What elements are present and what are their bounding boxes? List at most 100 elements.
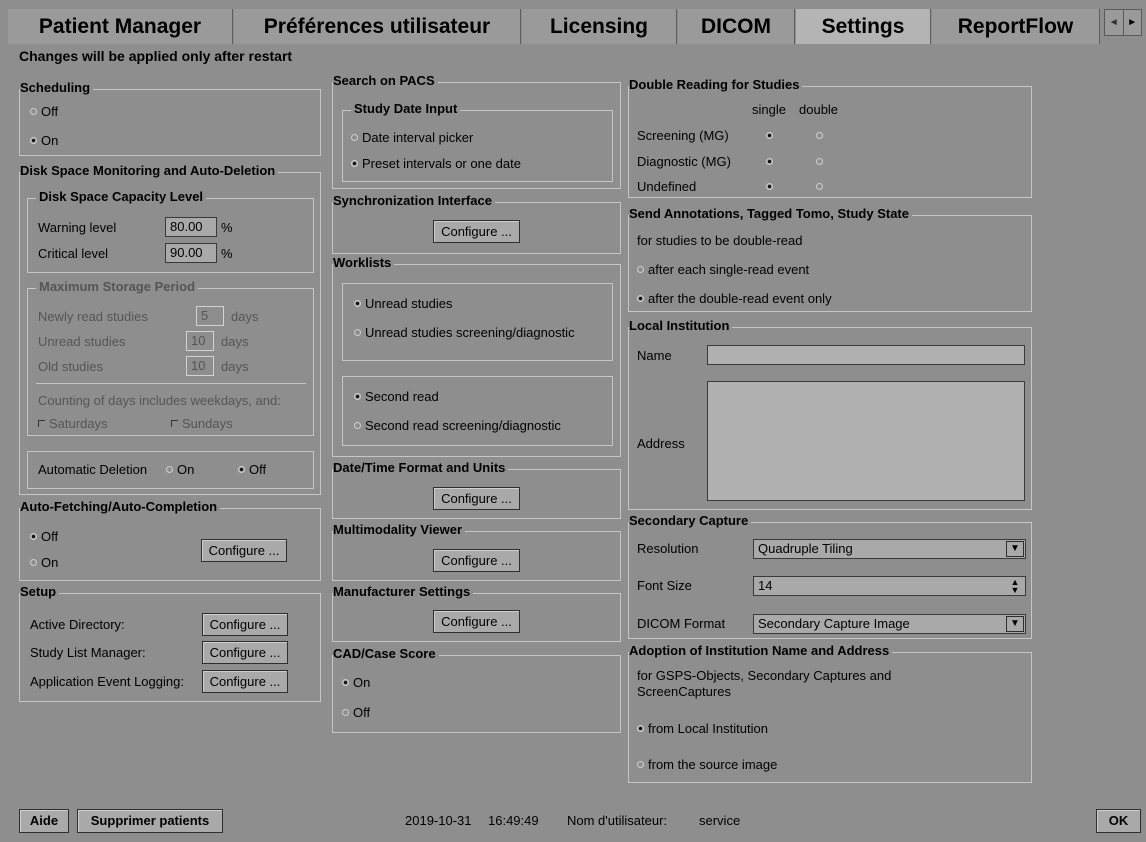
active-directory-label: Active Directory: xyxy=(30,617,125,632)
undefined-single-radio[interactable] xyxy=(766,178,777,196)
adoption-desc: for GSPS-Objects, Secondary Captures and… xyxy=(637,668,892,699)
storage-period-group: Maximum Storage Period Newly read studie… xyxy=(27,278,314,436)
auto-fetching-group: Auto-Fetching/Auto-Completion Off On Con… xyxy=(19,498,321,581)
tab-settings[interactable]: Settings xyxy=(796,9,931,44)
tab-user-preferences[interactable]: Préférences utilisateur xyxy=(234,9,521,44)
study-date-input-group: Study Date Input Date interval picker Pr… xyxy=(342,100,613,182)
tab-scroll-arrows: ◄ ► xyxy=(1104,9,1142,36)
institution-address-field[interactable] xyxy=(707,381,1025,501)
restart-note: Changes will be applied only after resta… xyxy=(19,48,293,64)
scheduling-group: Scheduling Off On xyxy=(19,79,321,156)
font-size-spinner[interactable]: 14 ▲ ▼ xyxy=(753,576,1026,596)
datetime-format-group: Date/Time Format and Units Configure ... xyxy=(332,459,621,519)
counting-days-note: Counting of days includes weekdays, and: xyxy=(38,393,281,408)
worklists-unread-group: Unread studies Unread studies screening/… xyxy=(342,283,613,361)
second-read-sd-radio[interactable]: Second read screening/diagnostic xyxy=(354,417,561,435)
active-directory-configure-button[interactable]: Configure ... xyxy=(202,613,288,636)
auto-deletion-on-radio[interactable]: On xyxy=(166,461,194,479)
old-studies-unit: days xyxy=(221,359,249,374)
adoption-institution-group: Adoption of Institution Name and Address… xyxy=(628,642,1032,783)
critical-level-label: Critical level xyxy=(38,246,109,261)
cad-on-radio[interactable]: On xyxy=(342,674,370,692)
pacs-search-title: Search on PACS xyxy=(333,72,438,90)
newly-read-field[interactable]: 5 xyxy=(196,306,224,326)
scheduling-title: Scheduling xyxy=(20,79,94,97)
second-read-radio[interactable]: Second read xyxy=(354,388,439,406)
delete-patients-button[interactable]: Supprimer patients xyxy=(77,809,223,833)
datetime-configure-button[interactable]: Configure ... xyxy=(433,487,520,510)
screening-double-radio[interactable] xyxy=(816,127,827,145)
after-single-read-radio[interactable]: after each single-read event xyxy=(637,261,809,279)
scheduling-off-radio[interactable]: Off xyxy=(30,103,58,121)
font-size-spinner-icon[interactable]: ▲ ▼ xyxy=(1006,578,1024,595)
datetime-format-title: Date/Time Format and Units xyxy=(333,459,509,477)
disk-capacity-group: Disk Space Capacity Level Warning level … xyxy=(27,188,314,273)
date-interval-picker-radio[interactable]: Date interval picker xyxy=(351,129,473,147)
local-institution-group: Local Institution Name Address xyxy=(628,317,1032,510)
from-source-image-radio[interactable]: from the source image xyxy=(637,756,777,774)
dicom-format-dropdown-arrow-icon[interactable]: ▼ xyxy=(1006,616,1024,632)
tab-licensing[interactable]: Licensing xyxy=(522,9,677,44)
diagnostic-double-radio[interactable] xyxy=(816,153,827,171)
sync-configure-button[interactable]: Configure ... xyxy=(433,220,520,243)
dicom-format-label: DICOM Format xyxy=(637,616,726,631)
unread-studies-sd-radio[interactable]: Unread studies screening/diagnostic xyxy=(354,324,575,342)
cad-case-score-title: CAD/Case Score xyxy=(333,645,439,663)
unread-studies-radio[interactable]: Unread studies xyxy=(354,295,452,313)
after-double-read-radio[interactable]: after the double-read event only xyxy=(637,290,832,308)
screening-single-radio[interactable] xyxy=(766,127,777,145)
study-list-manager-configure-button[interactable]: Configure ... xyxy=(202,641,288,664)
dicom-format-dropdown[interactable]: Secondary Capture Image ▼ xyxy=(753,614,1026,634)
tab-scroll-right-icon[interactable]: ► xyxy=(1122,10,1142,35)
auto-fetching-title: Auto-Fetching/Auto-Completion xyxy=(20,498,221,516)
preset-intervals-radio[interactable]: Preset intervals or one date xyxy=(351,155,521,173)
institution-name-label: Name xyxy=(637,348,672,363)
ok-button[interactable]: OK xyxy=(1096,809,1141,833)
resolution-dropdown[interactable]: Quadruple Tiling ▼ xyxy=(753,539,1026,559)
manufacturer-settings-title: Manufacturer Settings xyxy=(333,583,474,601)
tab-dicom[interactable]: DICOM xyxy=(678,9,795,44)
storage-separator xyxy=(36,383,306,384)
tab-bar: Patient Manager Préférences utilisateur … xyxy=(8,9,1146,44)
critical-level-field[interactable]: 90.00 xyxy=(165,243,217,263)
institution-address-label: Address xyxy=(637,436,685,451)
old-studies-label: Old studies xyxy=(38,359,104,374)
scheduling-on-radio[interactable]: On xyxy=(30,132,58,150)
tab-reportflow[interactable]: ReportFlow xyxy=(932,9,1100,44)
unread-studies-field[interactable]: 10 xyxy=(186,331,214,351)
auto-fetching-off-radio[interactable]: Off xyxy=(30,528,58,546)
old-studies-field[interactable]: 10 xyxy=(186,356,214,376)
tab-patient-manager[interactable]: Patient Manager xyxy=(8,9,233,44)
send-annotations-group: Send Annotations, Tagged Tomo, Study Sta… xyxy=(628,205,1032,312)
storage-period-title: Maximum Storage Period xyxy=(36,278,199,296)
double-reading-group: Double Reading for Studies single double… xyxy=(628,76,1032,198)
help-button[interactable]: Aide xyxy=(19,809,69,833)
adoption-institution-title: Adoption of Institution Name and Address xyxy=(629,642,893,660)
auto-fetching-on-radio[interactable]: On xyxy=(30,554,58,572)
sync-interface-group: Synchronization Interface Configure ... xyxy=(332,192,621,254)
from-local-institution-radio[interactable]: from Local Institution xyxy=(637,720,768,738)
institution-name-field[interactable] xyxy=(707,345,1025,365)
auto-fetching-configure-button[interactable]: Configure ... xyxy=(201,539,287,562)
tab-scroll-left-icon[interactable]: ◄ xyxy=(1105,10,1123,35)
auto-deletion-off-radio[interactable]: Off xyxy=(238,461,266,479)
diagnostic-single-radio[interactable] xyxy=(766,153,777,171)
saturdays-checkbox[interactable]: Saturdays xyxy=(38,415,108,433)
sundays-checkbox[interactable]: Sundays xyxy=(171,415,233,433)
resolution-label: Resolution xyxy=(637,541,699,556)
warning-level-field[interactable]: 80.00 xyxy=(165,217,217,237)
username-label: Nom d'utilisateur: xyxy=(567,813,668,828)
cad-off-radio[interactable]: Off xyxy=(342,704,370,722)
resolution-dropdown-arrow-icon[interactable]: ▼ xyxy=(1006,541,1024,557)
worklists-title: Worklists xyxy=(333,254,395,272)
auto-deletion-label: Automatic Deletion xyxy=(38,462,148,477)
send-annotations-desc: for studies to be double-read xyxy=(637,233,803,248)
multimodality-configure-button[interactable]: Configure ... xyxy=(433,549,520,572)
manufacturer-configure-button[interactable]: Configure ... xyxy=(433,610,520,633)
event-logging-configure-button[interactable]: Configure ... xyxy=(202,670,288,693)
undefined-double-radio[interactable] xyxy=(816,178,827,196)
local-institution-title: Local Institution xyxy=(629,317,733,335)
status-time: 16:49:49 xyxy=(488,813,539,828)
critical-unit: % xyxy=(221,246,233,261)
study-date-input-title: Study Date Input xyxy=(351,100,461,118)
